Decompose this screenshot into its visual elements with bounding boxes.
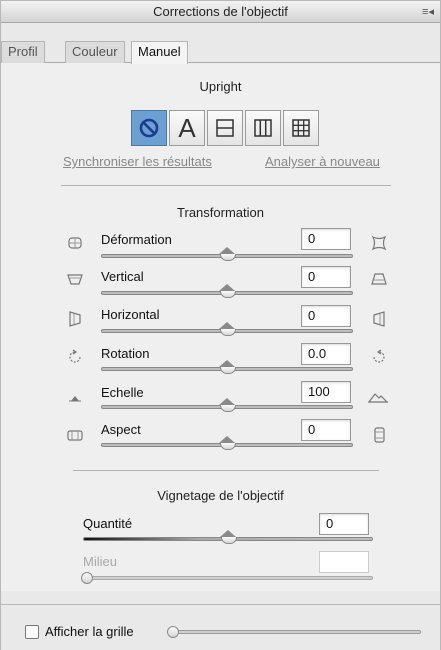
upright-button-group: A [131,110,321,146]
upright-auto-button[interactable]: A [169,110,205,146]
upright-off-button[interactable] [131,110,167,146]
tab-label: Profil [8,44,38,59]
rotation-value-field[interactable]: 0.0 [301,343,351,365]
upright-level-button[interactable] [207,110,243,146]
horizontal-perspective-alt-icon [373,311,385,327]
scale-down-icon [69,396,81,402]
rotate-right-icon [373,349,385,363]
show-grid-checkbox[interactable] [25,625,39,639]
transformation-title: Transformation [177,205,264,220]
horizontal-value-field[interactable]: 0 [301,305,351,327]
grid-size-slider-track[interactable] [169,630,421,634]
quantity-value-field[interactable]: 0 [319,513,369,535]
rotate-left-icon [69,349,81,363]
divider [61,185,391,186]
aspect-value-field[interactable]: 0 [301,419,351,441]
pincushion-distortion-icon [371,235,387,251]
tab-bar: Profil Couleur Manuel [1,23,440,64]
vignetting-title: Vignetage de l'objectif [157,488,284,503]
tab-manuel[interactable]: Manuel [131,41,188,64]
scale-up-icon [367,393,389,403]
panel-titlebar: Corrections de l'objectif ≡◂ [1,1,440,23]
sync-results-link[interactable]: Synchroniser les résultats [63,154,212,169]
grid-size-slider-thumb[interactable] [167,626,179,638]
panel-menu-icon[interactable]: ≡◂ [422,1,434,23]
level-icon [216,119,234,137]
off-icon [139,118,159,138]
scale-label: Echelle [101,385,144,400]
horizontal-label: Horizontal [101,307,160,322]
aspect-wide-icon [67,430,83,441]
midpoint-label: Milieu [83,554,117,569]
quantity-label: Quantité [83,516,133,531]
panel-title: Corrections de l'objectif [153,4,288,19]
barrel-distortion-icon [68,237,82,249]
vertical-perspective-icon [67,274,83,285]
divider [73,470,379,471]
aspect-label: Aspect [101,422,141,437]
midpoint-slider-track[interactable] [83,576,373,580]
vertical-label: Vertical [101,269,144,284]
full-grid-icon [292,119,310,137]
auto-label: A [178,112,196,143]
tab-couleur[interactable]: Couleur [65,41,125,63]
horizontal-perspective-icon [69,311,81,327]
tab-label: Manuel [138,44,181,59]
upright-vertical-button[interactable] [245,110,281,146]
aspect-tall-icon [374,427,385,443]
tab-label: Couleur [72,44,118,59]
vertical-perspective-alt-icon [371,273,387,285]
scale-value-field[interactable]: 100 [301,381,351,403]
midpoint-slider-thumb[interactable] [81,572,93,584]
grid-footer: Afficher la grille [1,604,440,650]
reanalyze-link[interactable]: Analyser à nouveau [265,154,380,169]
distortion-value-field[interactable]: 0 [301,228,351,250]
upright-title: Upright [199,79,242,94]
distortion-label: Déformation [101,232,172,247]
upright-full-button[interactable] [283,110,319,146]
show-grid-label: Afficher la grille [45,624,134,639]
vertical-value-field[interactable]: 0 [301,266,351,288]
vertical-icon [254,119,272,137]
midpoint-value-field[interactable] [319,551,369,573]
lens-corrections-panel: Corrections de l'objectif ≡◂ Profil Coul… [0,0,441,650]
rotation-label: Rotation [101,346,150,361]
tab-profil[interactable]: Profil [1,41,45,63]
